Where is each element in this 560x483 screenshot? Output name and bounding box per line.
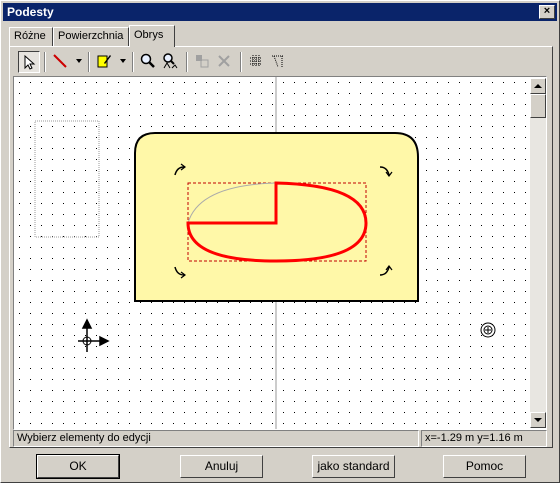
toolbar-separator xyxy=(88,52,90,72)
tab-powierzchnia[interactable]: Powierzchnia xyxy=(53,27,129,46)
zoom-icon xyxy=(140,53,155,68)
status-coordinates: x=-1.29 m y=1.16 m xyxy=(421,430,547,447)
edit-tool-button[interactable] xyxy=(94,51,116,73)
layers-button[interactable] xyxy=(192,51,214,73)
ok-button[interactable]: OK xyxy=(36,454,120,479)
line-tool-icon xyxy=(53,54,67,68)
line-tool-button[interactable] xyxy=(50,51,72,73)
vertical-scrollbar[interactable] xyxy=(530,78,546,428)
dialog-window: Podesty × Różne Powierzchnia Obrys Wybie… xyxy=(0,0,560,483)
set-as-standard-button[interactable]: jako standard xyxy=(312,455,395,478)
drawing-canvas[interactable] xyxy=(13,76,547,430)
zoom-all-button[interactable] xyxy=(160,51,182,73)
zoom-button[interactable] xyxy=(138,51,160,73)
select-tool-button[interactable] xyxy=(18,51,40,73)
tab-rozne[interactable]: Różne xyxy=(9,27,53,46)
select-arrow-icon xyxy=(24,54,36,70)
edit-pencil-icon xyxy=(97,55,111,68)
edit-tool-dropdown-icon[interactable] xyxy=(120,59,126,63)
toolbar-separator xyxy=(132,52,134,72)
drawing-svg[interactable] xyxy=(14,77,546,429)
delete-button[interactable] xyxy=(214,51,236,73)
line-tool-dropdown-icon[interactable] xyxy=(76,59,82,63)
toolbar xyxy=(14,50,534,74)
arrow-down-icon xyxy=(534,418,542,422)
snap-icon xyxy=(272,55,284,68)
close-button[interactable]: × xyxy=(539,5,555,19)
scroll-thumb[interactable] xyxy=(530,94,546,118)
grid-icon xyxy=(250,55,262,67)
help-button[interactable]: Pomoc xyxy=(443,455,526,478)
toolbar-separator xyxy=(240,52,242,72)
window-title: Podesty xyxy=(7,5,54,19)
tab-obrys[interactable]: Obrys xyxy=(129,25,175,47)
cancel-button[interactable]: Anuluj xyxy=(180,455,263,478)
scroll-down-button[interactable] xyxy=(530,412,546,428)
grid-button[interactable] xyxy=(246,51,268,73)
toolbar-separator xyxy=(44,52,46,72)
arrow-up-icon xyxy=(534,84,542,88)
scroll-up-button[interactable] xyxy=(530,78,546,94)
layers-icon xyxy=(196,55,209,68)
zoom-all-icon xyxy=(163,53,178,69)
title-bar: Podesty × xyxy=(3,3,557,21)
toolbar-separator xyxy=(186,52,188,72)
status-message: Wybierz elementy do edycji xyxy=(13,430,419,447)
delete-icon xyxy=(218,55,230,67)
snap-button[interactable] xyxy=(268,51,290,73)
